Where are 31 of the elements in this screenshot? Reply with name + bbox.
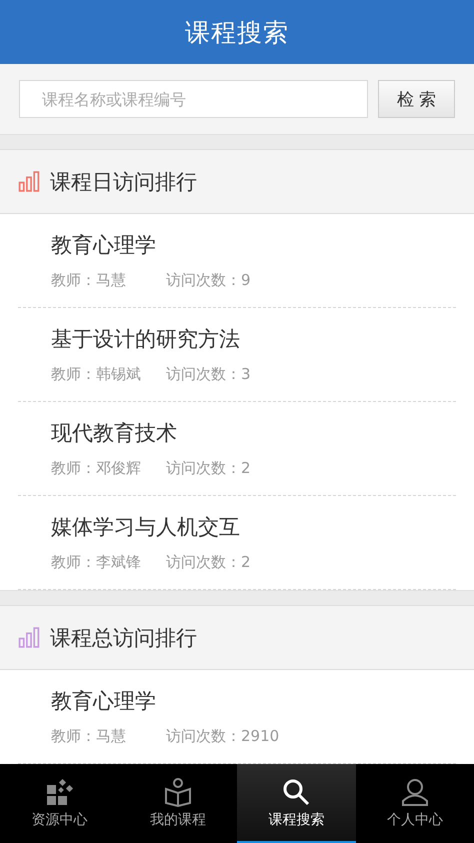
- teacher-label: 教师：马慧: [51, 727, 127, 746]
- grid-icon: [44, 776, 74, 806]
- visit-count: 访问次数：2910: [166, 727, 280, 746]
- teacher-label: 教师：邓俊辉: [51, 459, 142, 478]
- book-icon: [162, 776, 193, 806]
- course-item[interactable]: 教育心理学 教师：马慧 访问次数：9: [18, 214, 456, 308]
- tab[interactable]: 资源中心: [0, 764, 118, 843]
- tab[interactable]: 课程搜索: [237, 764, 356, 843]
- teacher-label: 教师：韩锡斌: [51, 365, 142, 384]
- visit-count: 访问次数：2: [166, 553, 251, 572]
- course-name: 现代教育技术: [51, 420, 178, 447]
- visit-count: 访问次数：9: [166, 271, 251, 290]
- person-icon: [400, 776, 430, 806]
- visit-count: 访问次数：2: [166, 459, 251, 478]
- course-item[interactable]: 现代教育技术 教师：邓俊辉 访问次数：2: [18, 402, 456, 496]
- tab[interactable]: 个人中心: [356, 764, 474, 843]
- course-name: 教育心理学: [51, 232, 157, 259]
- course-name: 媒体学习与人机交互: [51, 514, 241, 541]
- page-title: 课程搜索: [185, 16, 289, 48]
- teacher-label: 教师：马慧: [51, 271, 127, 290]
- teacher-label: 教师：李斌锋: [51, 553, 142, 572]
- section-title: 课程日访问排行: [50, 168, 197, 196]
- course-item[interactable]: 基于设计的研究方法 教师：韩锡斌 访问次数：3: [18, 308, 456, 402]
- tab[interactable]: 我的课程: [118, 764, 237, 843]
- course-name: 教育心理学: [51, 688, 157, 715]
- course-name: 基于设计的研究方法: [51, 326, 241, 353]
- search-icon: [281, 776, 312, 806]
- visit-count: 访问次数：3: [166, 365, 251, 384]
- search-field[interactable]: 课程名称或课程编号: [19, 80, 368, 118]
- search-button[interactable]: 检 索: [378, 80, 455, 118]
- section-title: 课程总访问排行: [50, 624, 197, 652]
